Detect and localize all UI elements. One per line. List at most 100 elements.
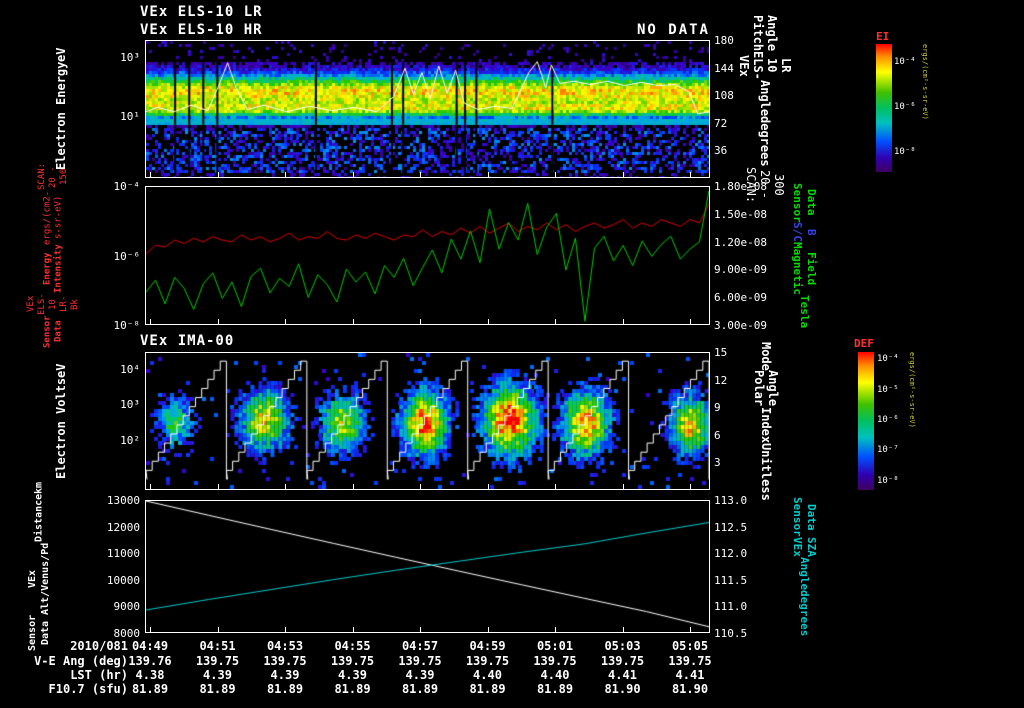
orbit-left-tick-label: 11000 [106,547,140,561]
orbit-right-tick-label: 112.5 [714,520,748,534]
orbit-left-tick-label: 10000 [106,573,140,587]
axis-title-line: S/C B [791,222,818,243]
ima-right-axis-title: Mode Polar Angle Index Unitless [752,342,780,501]
axis-title-line: Tesla [798,295,811,329]
mag-right-tick-label: 3.00e-09 [714,319,767,332]
els-left-tick-label: 10³ [120,50,140,64]
table-value: 139.75 [195,654,240,668]
ima-right-tick-label: 9 [714,401,721,415]
table-value: 4.39 [338,668,367,682]
table-value: 81.90 [604,682,641,696]
ima-title: VEx IMA-00 [140,333,235,349]
ima-left-tick-label: 10³ [120,398,140,412]
orbit-left-axis-title: Sensor Data VEx Alt/Venus/Pd Distance km [26,482,52,651]
mag-left-tick-label: 10⁻⁶ [113,249,141,263]
def-colorbar [858,352,874,490]
ima-left-tick-label: 10² [120,434,140,448]
table-value: 81.89 [401,682,439,696]
orbit-left-tick-label: 9000 [113,600,141,614]
x-tick-mark [622,484,624,489]
orbit-right-tick-label: 112.0 [714,547,748,561]
ima-right-tick-label: 6 [714,428,721,442]
table-value: 139.75 [668,654,712,668]
orbit-lineplot-canvas [146,501,709,632]
table-value: 81.89 [536,682,574,696]
table-value: 4.40 [540,668,570,682]
table-value: 139.76 [128,654,172,668]
time-tick-label: 04:59 [469,639,506,653]
x-tick-mark [285,627,286,632]
x-tick-mark [420,627,421,632]
axis-title-line: Pitch Angle [751,15,779,52]
els-right-tick-label: 108 [714,89,734,103]
row-label-ve-ang: V-E Ang (deg) [34,654,128,668]
ei-colorbar [876,44,892,172]
x-tick-mark [217,319,219,324]
table-value: 139.75 [465,654,510,668]
x-tick-mark [420,319,421,324]
axis-title-line: SCAN: 20 - 150 [37,163,69,191]
axis-title-line: Polar Angle [752,370,780,407]
def-colorbar-unit: ergs/(cm²-s-sr-eV) [908,352,916,428]
x-tick-mark [352,319,354,324]
mag-left-tick-label: 10⁻⁴ [113,180,141,193]
date-label: 2010/081 [70,639,128,653]
ima-colorbar-tick-label: 10⁻⁷ [877,445,899,456]
mag-right-tick-label: 1.50e-08 [714,207,767,221]
table-value: 81.89 [334,682,371,696]
ima-right-tick-label: 3 [714,456,721,470]
orbit-right-tick-label: 110.5 [714,627,748,640]
axis-title-line: Sensor Data [791,496,818,537]
x-tick-mark [622,172,624,177]
axis-title-line: Sensor Data [791,182,818,223]
axis-title-line: degrees [758,116,772,167]
mag-right-tick-label: 1.20e-08 [714,235,767,249]
ima-left-tick-label: 10⁴ [120,362,140,376]
table-value: 4.41 [608,668,637,682]
ima-colorbar-tick-label: 10⁻⁴ [877,354,899,365]
els-right-tick-label: 72 [714,116,728,130]
no-data-label: NO DATA [636,22,710,38]
mag-right-tick-label: 9.00e-09 [714,263,767,277]
table-value: 81.89 [199,682,236,696]
axis-title-line: Sensor Data [42,315,64,348]
time-tick-label: 05:05 [671,639,709,653]
axis-title-line: km [33,482,45,495]
axis-title-line: ergs/(cm2-s-sr-eV) [42,190,64,245]
x-tick-mark [285,484,286,489]
table-value: 81.89 [131,682,169,696]
x-tick-mark [352,484,354,489]
mag-lineplot-canvas [146,187,709,324]
x-tick-mark [487,484,489,489]
axis-title-line: Magnetic Field [791,242,818,296]
axis-title-line: Angle [798,556,811,590]
axis-title-line: Angle [758,80,772,117]
ei-colorbar-unit: ergs/(cm²-s-sr-eV) [921,44,929,120]
els-right-tick-label: 36 [714,144,728,158]
time-tick-label: 05:01 [536,639,574,653]
time-tick-label: 05:03 [604,639,641,653]
time-tick-label: 04:53 [266,639,304,653]
ima-right-tick-label: 15 [714,346,728,359]
row-label-lst: LST (hr) [70,668,128,682]
mag-right-tick-label: 6.00e-09 [714,291,767,305]
axis-title-line: VEx ELS-10 LR-Bk [26,293,80,316]
ima-colorbar-tick-label: 10⁻⁶ [877,415,899,425]
x-tick-mark [217,484,219,489]
x-tick-mark [150,484,151,489]
x-tick-mark [622,627,624,632]
ima-left-axis-title: Electron Volts eV [54,352,69,490]
x-tick-mark [420,484,421,489]
table-value: 139.75 [330,654,375,668]
x-tick-mark [555,172,556,177]
x-tick-mark [555,319,556,324]
els-lr-title: VEx ELS-10 LR [140,4,263,20]
x-tick-mark [150,627,151,632]
axis-title-line: Distance [33,494,45,543]
orbit-left-tick-label: 13000 [106,494,140,507]
axis-title-line: eV [54,47,68,63]
x-tick-mark [150,172,151,177]
els-right-axis-title: Pitch Angle VEx ELS-10 LR Angle degrees SCAN… [737,15,793,203]
table-value: 81.89 [469,682,506,696]
ei-colorbar-title: EI [876,30,890,43]
